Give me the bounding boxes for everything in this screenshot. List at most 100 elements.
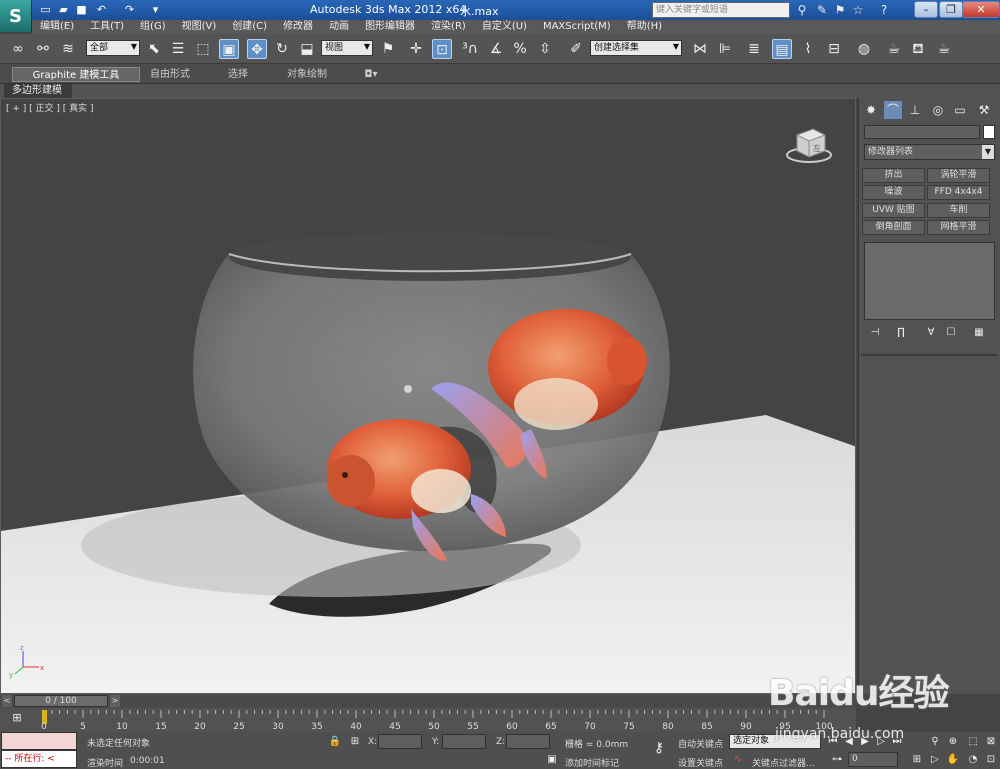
ribbon-options-dropdown[interactable]: ◘▾	[360, 67, 382, 82]
field-of-view-icon[interactable]: ▷	[928, 753, 942, 767]
x-coordinate-field[interactable]	[378, 734, 422, 749]
select-manipulate-icon[interactable]: ✛	[406, 39, 426, 59]
y-coordinate-field[interactable]	[442, 734, 486, 749]
favorites-icon[interactable]: ☆	[850, 2, 866, 18]
absolute-mode-icon[interactable]: ⊞	[348, 735, 362, 749]
redo-icon[interactable]: ↷	[122, 2, 137, 17]
turbosmooth-button[interactable]: 涡轮平滑	[927, 168, 990, 183]
maximize-viewport-icon[interactable]: ⊡	[984, 753, 998, 767]
menu-views[interactable]: 视图(V)	[174, 20, 225, 34]
pivot-center-icon[interactable]: ⚑	[378, 39, 398, 59]
rectangle-selection-icon[interactable]: ⬚	[193, 39, 213, 59]
configure-modifier-sets-icon[interactable]: ▦	[971, 326, 987, 340]
set-key-button[interactable]: 设置关键点	[678, 756, 723, 769]
select-and-move-icon[interactable]: ✥	[247, 39, 267, 59]
tab-selection[interactable]: 选择	[216, 67, 260, 82]
new-file-icon[interactable]: ▭	[38, 2, 53, 17]
search-input[interactable]: 键入关键字或短语	[652, 2, 790, 18]
menu-tools[interactable]: 工具(T)	[82, 20, 132, 34]
utilities-tab-icon[interactable]: ⚒	[975, 101, 993, 119]
uvw-map-button[interactable]: UVW 贴图	[862, 203, 925, 218]
make-unique-icon[interactable]: ∀	[923, 326, 939, 340]
bevel-profile-button[interactable]: 倒角剖面	[862, 220, 925, 235]
pin-stack-icon[interactable]: ⊣	[867, 326, 883, 340]
noise-button[interactable]: 噪波	[862, 185, 925, 200]
time-slider-thumb[interactable]: 0 / 100	[14, 695, 108, 707]
perspective-viewport[interactable]: 左 x z y [ + ] [ 正交 ] [ 真实 ]	[0, 98, 856, 694]
minimize-button[interactable]: –	[914, 1, 938, 18]
curve-editor-icon[interactable]: ⌇	[798, 39, 818, 59]
create-tab-icon[interactable]: ✸	[862, 101, 880, 119]
time-slider-prev-button[interactable]: <	[2, 695, 12, 707]
current-frame-field[interactable]: 0	[848, 752, 898, 767]
graphite-toggle-icon[interactable]: ▤	[772, 39, 792, 59]
menu-animation[interactable]: 动画	[321, 20, 357, 34]
lock-selection-icon[interactable]: 🔒	[328, 735, 342, 749]
menu-help[interactable]: 帮助(H)	[619, 20, 670, 34]
object-name-field[interactable]	[864, 125, 980, 139]
angle-snap-icon[interactable]: ∡	[486, 39, 506, 59]
extrude-button[interactable]: 挤出	[862, 168, 925, 183]
menu-group[interactable]: 组(G)	[132, 20, 174, 34]
select-by-name-icon[interactable]: ☰	[168, 39, 188, 59]
named-selection-select[interactable]: 创建选择集 ▼	[590, 40, 682, 56]
time-configuration-icon[interactable]: ⊞	[910, 753, 924, 767]
quick-access-dropdown-icon[interactable]: ▾	[148, 2, 163, 17]
show-end-result-icon[interactable]: ∏	[893, 326, 909, 340]
link-icon[interactable]: ∞	[8, 39, 28, 59]
schematic-view-icon[interactable]: ⊟	[824, 39, 844, 59]
ffd-button[interactable]: FFD 4x4x4	[927, 185, 990, 200]
z-coordinate-field[interactable]	[506, 734, 550, 749]
material-editor-icon[interactable]: ◍	[854, 39, 874, 59]
lathe-button[interactable]: 车削	[927, 203, 990, 218]
close-button[interactable]: ✕	[962, 1, 1000, 18]
mini-curve-editor-icon[interactable]: ⊞	[6, 711, 28, 727]
undo-icon[interactable]: ↶	[94, 2, 109, 17]
percent-snap-icon[interactable]: %	[510, 39, 530, 59]
layer-manager-icon[interactable]: ≣	[744, 39, 764, 59]
modifier-stack[interactable]	[864, 242, 995, 320]
motion-tab-icon[interactable]: ◎	[929, 101, 947, 119]
reference-coordinate-select[interactable]: 视图 ▼	[321, 40, 373, 56]
menu-edit[interactable]: 编辑(E)	[32, 20, 82, 34]
help-icon[interactable]: ?	[876, 2, 892, 18]
menu-modifiers[interactable]: 修改器	[275, 20, 321, 34]
bind-space-warp-icon[interactable]: ≋	[58, 39, 78, 59]
viewcube[interactable]: 左	[786, 128, 832, 163]
maxscript-listener[interactable]	[1, 732, 77, 750]
zoom-extents-icon[interactable]: ⬚	[966, 735, 980, 749]
align-icon[interactable]: ⊫	[715, 39, 735, 59]
modifier-list-select[interactable]: 修改器列表 ▼	[864, 144, 995, 160]
orbit-icon[interactable]: ◔	[966, 753, 980, 767]
subscription-icon[interactable]: ⚑	[832, 2, 848, 18]
auto-key-button[interactable]: 自动关键点	[678, 737, 723, 750]
time-slider[interactable]: < 0 / 100 >	[0, 694, 856, 708]
menu-rendering[interactable]: 渲染(R)	[423, 20, 474, 34]
save-file-icon[interactable]: ■	[74, 2, 89, 17]
select-object-icon[interactable]: ⬉	[144, 39, 164, 59]
hierarchy-tab-icon[interactable]: ⊥	[906, 101, 924, 119]
object-color-swatch[interactable]	[983, 125, 995, 139]
key-mode-icon[interactable]: ⊶	[830, 753, 844, 767]
render-setup-icon[interactable]: ☕	[884, 39, 904, 59]
open-file-icon[interactable]: ▰	[56, 2, 71, 17]
tab-graphite-modeling[interactable]: Graphite 建模工具	[12, 67, 140, 82]
mirror-icon[interactable]: ⋈	[690, 39, 710, 59]
viewport-label[interactable]: [ + ] [ 正交 ] [ 真实 ]	[6, 101, 94, 114]
zoom-icon[interactable]: ⚲	[928, 735, 942, 749]
render-production-icon[interactable]: ☕	[934, 39, 954, 59]
app-logo-button[interactable]: S	[0, 0, 32, 32]
select-and-scale-icon[interactable]: ⬓	[297, 39, 317, 59]
time-slider-next-button[interactable]: >	[110, 695, 120, 707]
communication-center-icon[interactable]: ✎	[814, 2, 830, 18]
track-bar[interactable]: ⊞ 0 5 10 15 20 25 30 35 40 45 50 55 60 65 70 75 80 85 90 95…	[0, 708, 856, 732]
spinner-snap-icon[interactable]: ⇳	[535, 39, 555, 59]
select-and-rotate-icon[interactable]: ↻	[272, 39, 292, 59]
modify-tab-icon[interactable]: ⌒	[884, 101, 902, 119]
pan-view-icon[interactable]: ✋	[946, 753, 960, 767]
menu-create[interactable]: 创建(C)	[224, 20, 275, 34]
edit-named-selection-icon[interactable]: ✐	[566, 39, 586, 59]
zoom-extents-all-icon[interactable]: ⊠	[984, 735, 998, 749]
maxscript-line[interactable]: -- 所在行: <	[1, 750, 77, 768]
menu-graph-editors[interactable]: 图形编辑器	[357, 20, 423, 34]
